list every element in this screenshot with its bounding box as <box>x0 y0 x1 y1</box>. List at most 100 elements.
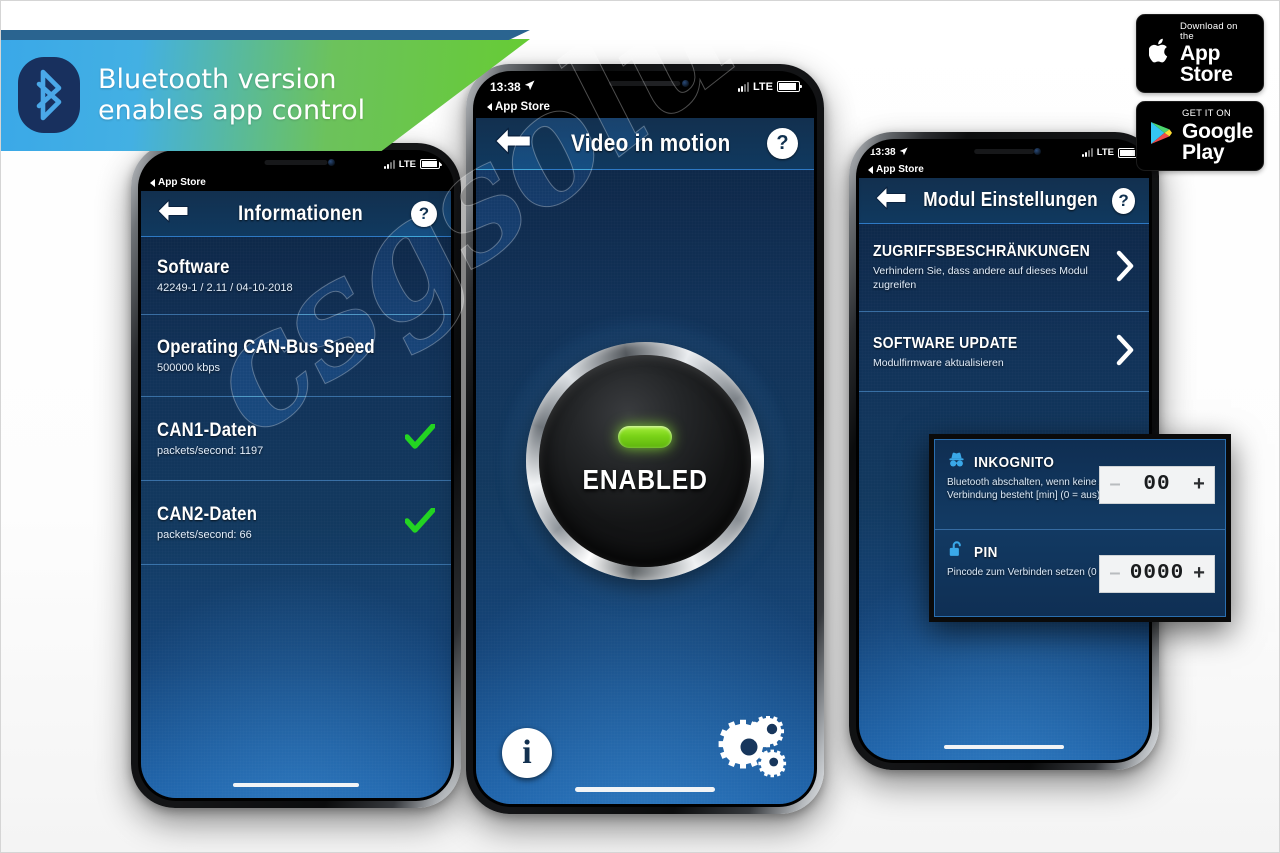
popup-row-pin[interactable]: PIN Pincode zum Verbinden setzen (0 = au… <box>935 529 1225 616</box>
list-item[interactable]: CAN2-Daten packets/second: 66 <box>141 481 451 565</box>
decrement-button[interactable]: – <box>1100 556 1130 592</box>
decrement-button[interactable]: – <box>1100 467 1130 503</box>
chevron-right-icon <box>1115 250 1135 286</box>
help-question-icon[interactable]: ? <box>1112 187 1135 214</box>
list-item[interactable]: Operating CAN-Bus Speed 500000 kbps <box>141 315 451 397</box>
page-title-center: Video in motion <box>570 129 731 157</box>
google-play-badge[interactable]: GET IT ON Google Play <box>1136 101 1264 171</box>
list-item[interactable]: ZUGRIFFSBESCHRÄNKUNGEN Verhindern Sie, d… <box>859 224 1149 312</box>
home-indicator-left <box>233 783 359 787</box>
increment-button[interactable]: + <box>1184 556 1214 592</box>
info-list-left: Software 42249-1 / 2.11 / 04-10-2018 Ope… <box>141 237 451 565</box>
back-to-appstore-left[interactable]: App Store <box>150 177 206 188</box>
banner-line-2: enables app control <box>98 95 366 126</box>
badge-text: GET IT ON Google Play <box>1182 109 1253 163</box>
row-title: ZUGRIFFSBESCHRÄNKUNGEN <box>873 242 1091 260</box>
popup-row-incognito[interactable]: INKOGNITO Bluetooth abschalten, wenn kei… <box>935 440 1225 529</box>
signal-bars-icon <box>1081 148 1093 157</box>
phone-left-body: LTE App Store Informationen ? Software 4… <box>138 150 454 801</box>
check-icon <box>404 506 436 538</box>
app-screen-center: Video in motion ? ENABLED i <box>476 118 814 804</box>
status-right-right: LTE <box>1081 147 1140 158</box>
bluetooth-glyph <box>18 57 80 133</box>
settings-popup-panel: INKOGNITO Bluetooth abschalten, wenn kei… <box>929 434 1231 622</box>
row-subtitle: 42249-1 / 2.11 / 04-10-2018 <box>157 282 293 294</box>
help-question-icon[interactable]: ? <box>410 200 437 227</box>
help-question-icon[interactable]: ? <box>767 128 798 159</box>
unlocked-padlock-icon <box>947 540 966 564</box>
location-arrow-icon <box>524 80 535 94</box>
status-time-text-right: 13:38 <box>870 147 896 158</box>
page-title-right: Modul Einstellungen <box>923 189 1098 211</box>
bluetooth-banner: Bluetooth version enables app control <box>0 39 530 151</box>
pin-stepper[interactable]: – 0000 + <box>1099 554 1215 593</box>
incognito-stepper[interactable]: – 00 + <box>1099 465 1215 504</box>
navbar-center: Video in motion ? <box>476 118 814 170</box>
row-title: Software <box>157 257 230 278</box>
battery-icon <box>1118 147 1140 158</box>
back-triangle-icon <box>150 178 155 187</box>
phone-left-screen: LTE App Store Informationen ? Software 4… <box>141 153 451 798</box>
list-item[interactable]: Software 42249-1 / 2.11 / 04-10-2018 <box>141 237 451 315</box>
info-circle-icon[interactable]: i <box>502 728 552 778</box>
back-arrow-icon[interactable] <box>492 126 534 161</box>
notch-left <box>221 153 371 175</box>
knob-face: ENABLED <box>539 355 751 567</box>
list-item[interactable]: CAN1-Daten packets/second: 1197 <box>141 397 451 481</box>
back-to-appstore-right[interactable]: App Store <box>868 164 924 175</box>
status-led-indicator <box>618 426 672 448</box>
settings-list-right: ZUGRIFFSBESCHRÄNKUNGEN Verhindern Sie, d… <box>859 224 1149 392</box>
phone-center-body: 13:38 LTE App Store Video in motion ? EN… <box>473 71 817 807</box>
home-indicator-right <box>944 745 1064 749</box>
bottom-toolbar-center: i <box>476 715 814 778</box>
bluetooth-icon <box>18 57 80 133</box>
phone-left: LTE App Store Informationen ? Software 4… <box>131 143 461 808</box>
scene: LTE App Store Informationen ? Software 4… <box>0 0 1280 853</box>
app-store-badge[interactable]: Download on the App Store <box>1136 14 1264 93</box>
navbar-left: Informationen ? <box>141 191 451 237</box>
list-item[interactable]: SOFTWARE UPDATE Modulfirmware aktualisie… <box>859 312 1149 392</box>
popup-row-title: INKOGNITO <box>974 453 1055 471</box>
phone-center: 13:38 LTE App Store Video in motion ? EN… <box>466 64 824 814</box>
row-text: Operating CAN-Bus Speed 500000 kbps <box>157 337 405 374</box>
row-subtitle: Modulfirmware aktualisieren <box>873 356 1004 369</box>
back-triangle-icon <box>487 103 492 111</box>
incognito-hat-icon <box>947 450 966 474</box>
status-time-right: 13:38 <box>870 146 908 159</box>
row-title: CAN2-Daten <box>157 504 258 525</box>
appstore-back-label-center: App Store <box>495 101 550 113</box>
back-to-appstore-center[interactable]: App Store <box>487 101 550 113</box>
row-subtitle: packets/second: 66 <box>157 529 252 541</box>
home-indicator-center <box>575 787 715 792</box>
gears-icon[interactable] <box>716 715 788 778</box>
video-in-motion-toggle-knob[interactable]: ENABLED <box>495 311 795 611</box>
signal-bars-icon <box>738 81 750 92</box>
banner-text: Bluetooth version enables app control <box>98 64 365 127</box>
knob-chrome-ring: ENABLED <box>526 342 764 580</box>
status-right-center: LTE <box>738 81 802 93</box>
app-screen-left: Informationen ? Software 42249-1 / 2.11 … <box>141 191 451 798</box>
store-badges: Download on the App Store GET IT ON Goog… <box>1136 14 1264 171</box>
increment-button[interactable]: + <box>1184 467 1214 503</box>
earpiece-speaker <box>609 81 681 86</box>
back-arrow-icon[interactable] <box>873 185 909 216</box>
back-triangle-icon <box>868 165 873 174</box>
back-arrow-icon[interactable] <box>155 198 191 229</box>
battery-icon <box>420 159 442 169</box>
popup-body: INKOGNITO Bluetooth abschalten, wenn kei… <box>934 439 1226 617</box>
incognito-value[interactable]: 00 <box>1130 467 1184 503</box>
pin-value[interactable]: 0000 <box>1130 556 1184 592</box>
badge-small-text: GET IT ON <box>1182 108 1231 119</box>
appstore-back-label-left: App Store <box>158 177 206 188</box>
navbar-right: Modul Einstellungen ? <box>859 178 1149 224</box>
badge-big-text: Google Play <box>1182 119 1254 164</box>
network-label-right: LTE <box>1096 147 1114 158</box>
check-icon <box>404 422 436 454</box>
battery-icon <box>777 81 802 92</box>
row-text: Software 42249-1 / 2.11 / 04-10-2018 <box>157 257 293 294</box>
banner-top-strip <box>0 30 530 40</box>
front-camera-icon <box>682 80 690 87</box>
row-text: CAN1-Daten packets/second: 1197 <box>157 420 271 457</box>
row-text: SOFTWARE UPDATE Modulfirmware aktualisie… <box>873 335 1037 369</box>
earpiece-speaker <box>974 149 1034 154</box>
